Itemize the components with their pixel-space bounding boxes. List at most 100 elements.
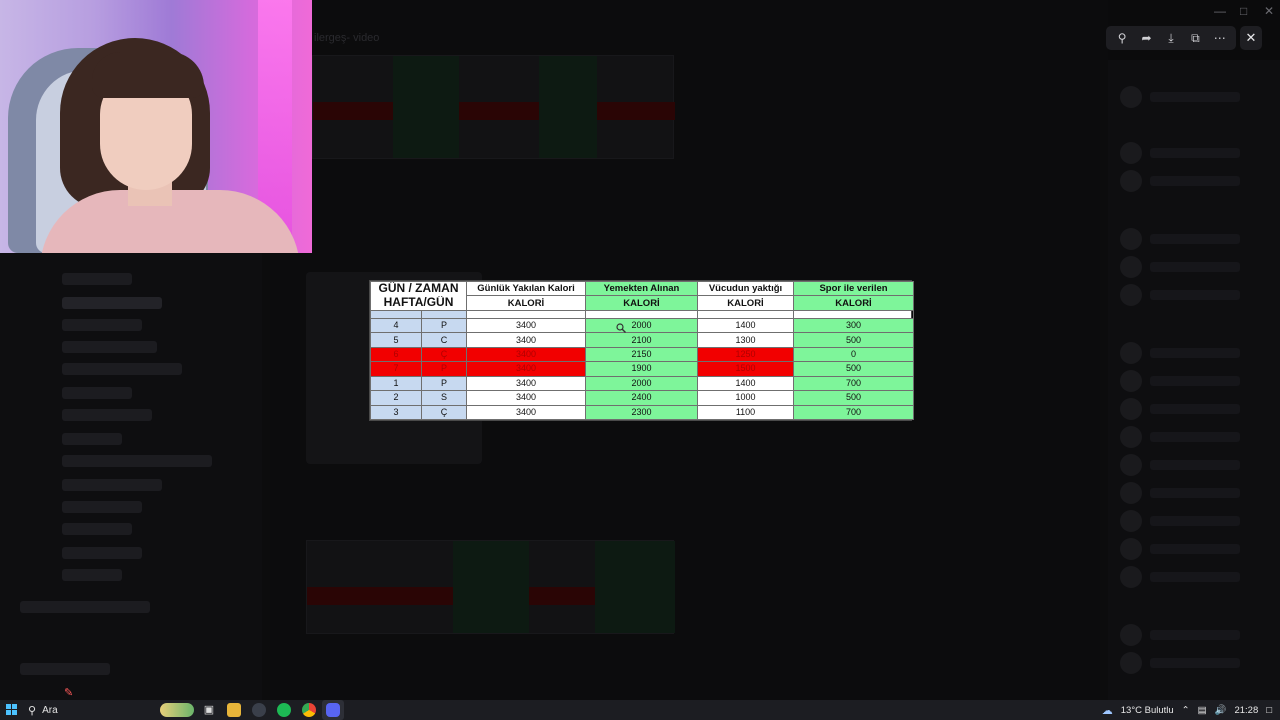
cell-day: P — [421, 375, 467, 392]
start-button[interactable] — [6, 704, 18, 716]
cell-burned: 3400 — [466, 332, 586, 348]
table-row: 4 P 3400 2000 1400 300 — [370, 318, 914, 334]
system-tray: ☁ 13°C Bulutlu ⌃ ▤ 🔊 21:28 □ — [1102, 700, 1280, 720]
cell-body: 1300 — [697, 332, 794, 348]
cell-week: 5 — [370, 332, 422, 348]
app-icon[interactable] — [252, 703, 266, 717]
cell-week: 7 — [370, 361, 422, 377]
cell-sport: 700 — [793, 404, 914, 420]
cell-sport: 500 — [793, 390, 914, 406]
header-sport: Spor ile verilen — [793, 280, 914, 297]
cell-week: 1 — [370, 375, 422, 392]
search-label: Ara — [42, 704, 58, 716]
table-row: 6 Ç 3400 2150 1250 0 — [370, 346, 914, 363]
ghost-table-top — [312, 55, 675, 159]
unit-label: KALORİ — [697, 295, 794, 311]
task-view-icon[interactable]: ▣ — [202, 703, 216, 717]
clock-label[interactable]: 21:28 — [1234, 705, 1258, 716]
header-from-food: Yemekten Alınan — [585, 280, 698, 297]
cell-day: S — [421, 390, 467, 406]
header-daily-burned: Günlük Yakılan Kalori — [466, 280, 586, 297]
screen: — □ ✕ ilergeş- video ⚲ ➦ ⤓ ⧉ ⋯ ✕ GÜN / Z… — [0, 0, 1280, 720]
cell-sport: 0 — [793, 346, 914, 363]
minimize-icon[interactable]: — — [1214, 4, 1226, 18]
volume-icon[interactable]: 🔊 — [1215, 705, 1227, 716]
maximize-icon[interactable]: □ — [1240, 4, 1247, 18]
header-row-1: GÜN / ZAMAN Günlük Yakılan Kalori Yemekt… — [370, 280, 914, 297]
cell-day: P — [421, 318, 467, 334]
cell-day: Ç — [421, 404, 467, 420]
widgets-icon[interactable] — [160, 703, 194, 717]
cell-body: 1400 — [697, 375, 794, 392]
taskbar: ⚲ Ara ▣ ☁ 13°C Bulutlu ⌃ ▤ 🔊 21:28 □ — [0, 700, 1280, 720]
cell-burned: 3400 — [466, 346, 586, 363]
ghost-table-bottom — [306, 540, 675, 634]
weather-label[interactable]: 13°C Bulutlu — [1121, 705, 1174, 716]
member-list — [1108, 60, 1280, 700]
calorie-table: GÜN / ZAMAN Günlük Yakılan Kalori Yemekt… — [370, 280, 914, 420]
zoom-cursor-icon — [616, 323, 626, 333]
more-icon[interactable]: ⋯ — [1210, 31, 1230, 45]
cell-sport: 500 — [793, 332, 914, 348]
cell-sport: 300 — [793, 318, 914, 334]
zoom-in-icon[interactable]: ⚲ — [1112, 31, 1132, 45]
spacer-row — [370, 309, 914, 320]
window-close-icon[interactable]: ✕ — [1264, 4, 1274, 18]
cell-food: 2000 — [585, 318, 698, 334]
chevron-up-icon[interactable]: ⌃ — [1182, 705, 1190, 716]
cell-food: 2000 — [585, 375, 698, 392]
download-icon[interactable]: ⤓ — [1161, 31, 1181, 46]
table-row: 2 S 3400 2400 1000 500 — [370, 390, 914, 406]
cell-food: 2150 — [585, 346, 698, 363]
calorie-table-image: GÜN / ZAMAN Günlük Yakılan Kalori Yemekt… — [369, 280, 914, 421]
header-body-burned: Vücudun yaktığı — [697, 280, 794, 297]
cell-burned: 3400 — [466, 404, 586, 420]
unit-label: KALORİ — [793, 295, 914, 311]
network-icon[interactable]: ▤ — [1198, 705, 1207, 716]
table-row: 3 Ç 3400 2300 1100 700 — [370, 404, 914, 420]
cell-day: C — [421, 332, 467, 348]
open-external-icon[interactable]: ⧉ — [1185, 31, 1205, 46]
unit-label: KALORİ — [466, 295, 586, 311]
cell-week: 4 — [370, 318, 422, 334]
share-icon[interactable]: ➦ — [1137, 31, 1157, 45]
close-icon[interactable]: ✕ — [1240, 26, 1262, 50]
header-row-2: HAFTA/GÜN KALORİ KALORİ KALORİ KALORİ — [370, 295, 914, 311]
notification-icon[interactable]: □ — [1266, 705, 1272, 716]
spotify-icon[interactable] — [277, 703, 291, 717]
cell-body: 1500 — [697, 361, 794, 377]
cell-food: 2400 — [585, 390, 698, 406]
cell-body: 1250 — [697, 346, 794, 363]
webcam-overlay — [0, 0, 312, 253]
channel-sidebar — [0, 253, 262, 700]
header-day-time: GÜN / ZAMAN — [370, 280, 467, 296]
cell-body: 1400 — [697, 318, 794, 334]
taskbar-search[interactable]: ⚲ Ara — [28, 702, 158, 718]
search-icon: ⚲ — [28, 704, 37, 717]
cell-body: 1000 — [697, 390, 794, 406]
cell-burned: 3400 — [466, 390, 586, 406]
cell-burned: 3400 — [466, 318, 586, 334]
cell-food: 2300 — [585, 404, 698, 420]
cell-sport: 500 — [793, 361, 914, 377]
discord-icon[interactable] — [326, 703, 340, 717]
chrome-icon[interactable] — [302, 703, 316, 717]
cell-burned: 3400 — [466, 375, 586, 392]
cell-food: 2100 — [585, 332, 698, 348]
cell-day: P — [421, 361, 467, 377]
cell-week: 6 — [370, 346, 422, 363]
image-viewer-toolbar: ⚲ ➦ ⤓ ⧉ ⋯ — [1106, 26, 1236, 50]
channel-title: ilergeş- video — [314, 32, 380, 44]
header-week-day: HAFTA/GÜN — [370, 295, 467, 311]
file-explorer-icon[interactable] — [227, 703, 241, 717]
cell-week: 2 — [370, 390, 422, 406]
cell-day: Ç — [421, 346, 467, 363]
table-row: 5 C 3400 2100 1300 500 — [370, 332, 914, 348]
cell-burned: 3400 — [466, 361, 586, 377]
table-row: 7 P 3400 1900 1500 500 — [370, 361, 914, 377]
cell-food: 1900 — [585, 361, 698, 377]
cell-week: 3 — [370, 404, 422, 420]
cell-sport: 700 — [793, 375, 914, 392]
pen-icon: ✎ — [64, 687, 74, 699]
unit-label: KALORİ — [585, 295, 698, 311]
